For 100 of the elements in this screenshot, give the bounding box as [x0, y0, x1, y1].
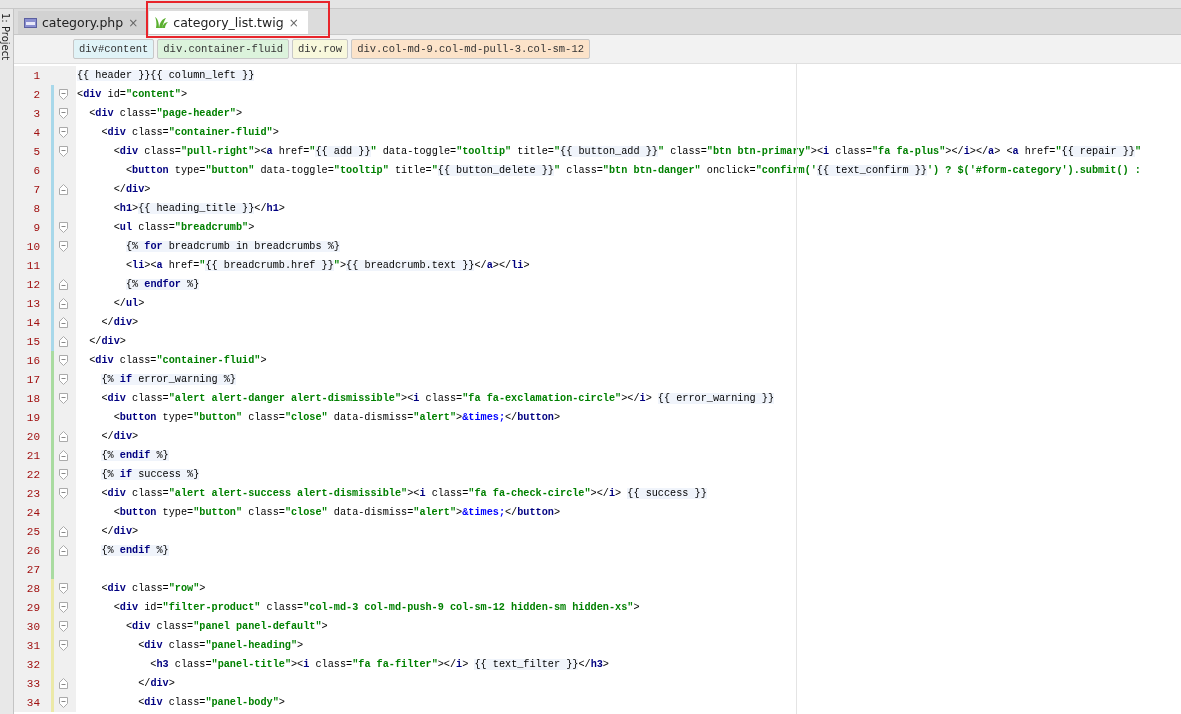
change-marker[interactable] — [51, 275, 54, 294]
fold-end-icon[interactable] — [59, 678, 68, 689]
fold-icon[interactable] — [59, 640, 68, 651]
change-marker[interactable] — [51, 617, 54, 636]
line-number: 31 — [25, 639, 40, 652]
fold-end-icon[interactable] — [59, 317, 68, 328]
code-line: <div id="filter-product" class="col-md-3 col-md-push-9 col-sm-12 hidden-sm hidden-xs"> — [112, 602, 640, 613]
fold-icon[interactable] — [59, 127, 68, 138]
fold-icon[interactable] — [59, 602, 68, 613]
change-marker[interactable] — [51, 199, 54, 218]
change-marker[interactable] — [51, 427, 54, 446]
change-marker[interactable] — [51, 161, 54, 180]
line-number: 8 — [32, 202, 40, 215]
change-marker[interactable] — [51, 332, 54, 351]
change-marker[interactable] — [51, 598, 54, 617]
change-marker[interactable] — [51, 636, 54, 655]
code-line: <div id="content"> — [76, 89, 188, 100]
code-line: </ul> — [112, 298, 145, 309]
change-marker[interactable] — [51, 465, 54, 484]
fold-icon[interactable] — [59, 621, 68, 632]
line-number: 17 — [25, 373, 40, 386]
code-line: <button type="button" class="close" data-dismiss="alert">&times;</button> — [112, 412, 561, 423]
line-number: 11 — [25, 259, 40, 272]
project-tool-button[interactable]: 1: Project — [0, 13, 11, 61]
fold-end-icon[interactable] — [59, 336, 68, 347]
breadcrumb-item[interactable]: div#content — [73, 39, 155, 59]
change-marker[interactable] — [51, 484, 54, 503]
line-number: 13 — [25, 297, 40, 310]
breadcrumb-item[interactable]: div.col-md-9.col-md-pull-3.col-sm-12 — [351, 39, 590, 59]
change-marker[interactable] — [51, 142, 54, 161]
line-number: 18 — [25, 392, 40, 405]
line-number: 32 — [25, 658, 40, 671]
line-number: 3 — [32, 107, 40, 120]
code-line: {% if error_warning %} — [100, 374, 236, 385]
fold-end-icon[interactable] — [59, 279, 68, 290]
change-marker[interactable] — [51, 370, 54, 389]
change-marker[interactable] — [51, 85, 54, 104]
twig-leaf-icon — [155, 16, 169, 29]
fold-end-icon[interactable] — [59, 450, 68, 461]
close-tab-button[interactable]: × — [288, 15, 299, 30]
change-marker[interactable] — [51, 389, 54, 408]
change-marker[interactable] — [51, 256, 54, 275]
change-marker[interactable] — [51, 351, 54, 370]
fold-end-icon[interactable] — [59, 545, 68, 556]
code-line: <div class="row"> — [100, 583, 206, 594]
fold-icon[interactable] — [59, 108, 68, 119]
change-marker[interactable] — [51, 560, 54, 579]
change-marker[interactable] — [51, 693, 54, 712]
fold-icon[interactable] — [59, 583, 68, 594]
line-number: 25 — [25, 525, 40, 538]
line-number: 14 — [25, 316, 40, 329]
editor-tab[interactable]: category_list.twig × — [149, 11, 308, 34]
code-line: <li><a href="{{ breadcrumb.href }}">{{ breadcrumb.text }}</a></li> — [124, 260, 530, 271]
code-line: {% if success %} — [100, 469, 200, 480]
change-marker[interactable] — [51, 503, 54, 522]
line-number: 21 — [25, 449, 40, 462]
breadcrumb-item[interactable]: div.container-fluid — [157, 39, 290, 59]
change-marker[interactable] — [51, 674, 54, 693]
change-marker[interactable] — [51, 313, 54, 332]
fold-end-icon[interactable] — [59, 431, 68, 442]
change-marker[interactable] — [51, 522, 54, 541]
change-marker[interactable] — [51, 294, 54, 313]
code-line: <h3 class="panel-title"><i class="fa fa-filter"></i> {{ text_filter }}</h3> — [149, 659, 609, 670]
fold-icon[interactable] — [59, 393, 68, 404]
code-line: </div> — [112, 184, 151, 195]
fold-icon[interactable] — [59, 697, 68, 708]
code-line: {% for breadcrumb in breadcrumbs %} — [124, 241, 340, 252]
change-marker[interactable] — [51, 180, 54, 199]
fold-end-icon[interactable] — [59, 526, 68, 537]
fold-icon[interactable] — [59, 469, 68, 480]
fold-icon[interactable] — [59, 222, 68, 233]
change-marker[interactable] — [51, 218, 54, 237]
code-line: <div class="pull-right"><a href="{{ add }}" data-toggle="tooltip" title="{{ button_add }}" class="btn btn-primary"><i class="fa fa-plus"></i></a> <a href="{{ repair }}" — [112, 146, 1141, 157]
line-number: 2 — [32, 88, 40, 101]
fold-end-icon[interactable] — [59, 184, 68, 195]
fold-icon[interactable] — [59, 89, 68, 100]
code-line: {% endfor %} — [124, 279, 200, 290]
change-marker[interactable] — [51, 579, 54, 598]
breadcrumb-item[interactable]: div.row — [292, 39, 349, 59]
close-tab-button[interactable]: × — [128, 15, 139, 30]
line-number: 22 — [25, 468, 40, 481]
change-marker[interactable] — [51, 123, 54, 142]
change-marker[interactable] — [51, 104, 54, 123]
change-marker[interactable] — [51, 237, 54, 256]
fold-icon[interactable] — [59, 488, 68, 499]
code-line: <ul class="breadcrumb"> — [112, 222, 255, 233]
fold-icon[interactable] — [59, 374, 68, 385]
code-line: <div class="alert alert-success alert-dismissible"><i class="fa fa-check-circle"></i> {{ success }} — [100, 488, 707, 499]
code-line: </div> — [137, 678, 175, 689]
code-line: </div> — [88, 336, 126, 347]
change-marker[interactable] — [51, 541, 54, 560]
fold-icon[interactable] — [59, 146, 68, 157]
fold-icon[interactable] — [59, 241, 68, 252]
change-marker[interactable] — [51, 655, 54, 674]
fold-end-icon[interactable] — [59, 298, 68, 309]
fold-icon[interactable] — [59, 355, 68, 366]
change-marker[interactable] — [51, 408, 54, 427]
editor-tab[interactable]: category.php × — [18, 11, 148, 34]
change-marker[interactable] — [51, 446, 54, 465]
code-line: <div class="panel-heading"> — [137, 640, 304, 651]
